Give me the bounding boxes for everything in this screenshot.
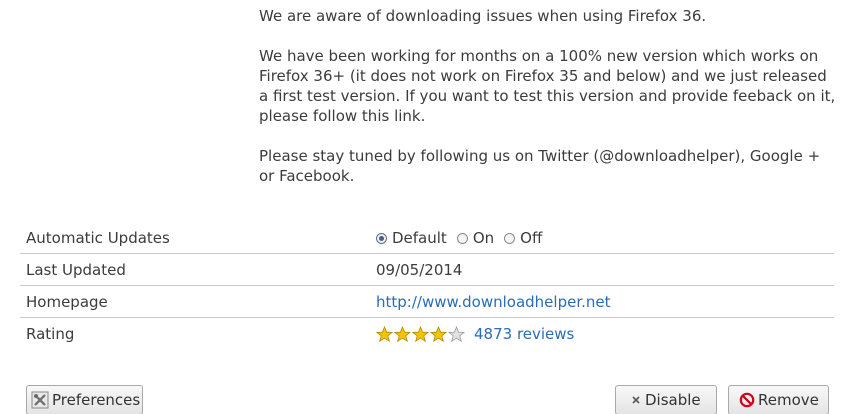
update-option-default[interactable]: Default [376,229,447,247]
remove-icon [739,392,755,408]
remove-button-label: Remove [758,391,819,409]
preferences-icon [31,391,49,409]
addon-details: Automatic Updates Default On Off Last Up… [20,222,834,349]
close-icon [630,394,642,406]
last-updated-label: Last Updated [26,261,126,279]
star-filled-icon [412,325,429,342]
automatic-updates-row: Automatic Updates Default On Off [20,222,834,254]
radio-off-label: Off [520,229,543,247]
rating-row: Rating 4873 reviews [20,318,834,349]
radio-default[interactable] [376,232,387,244]
update-option-off[interactable]: Off [504,229,542,247]
rating-value: 4873 reviews [376,325,574,343]
preferences-button-label: Preferences [52,391,141,409]
description-paragraph-2: We have been working for months on a 100… [259,47,836,125]
homepage-label: Homepage [26,293,108,311]
rating-label: Rating [26,325,75,343]
reviews-link[interactable]: 4873 reviews [474,325,574,343]
disable-button-label: Disable [645,391,701,409]
description-paragraph-1: We are aware of downloading issues when … [259,7,707,25]
last-updated-value: 09/05/2014 [376,261,463,279]
automatic-updates-radio-group: Default On Off [376,229,552,247]
remove-button[interactable]: Remove [728,385,829,414]
automatic-updates-label: Automatic Updates [26,229,170,247]
star-empty-icon [448,325,465,342]
rating-stars [376,325,466,343]
description-paragraph-3: Please stay tuned by following us on Twi… [259,147,821,185]
star-filled-icon [394,325,411,342]
preferences-button[interactable]: Preferences [26,385,143,414]
homepage-link[interactable]: http://www.downloadhelper.net [376,293,611,311]
radio-off[interactable] [504,232,516,244]
addon-description: We are aware of downloading issues when … [259,6,839,186]
star-filled-icon [430,325,447,342]
update-option-on[interactable]: On [456,229,495,247]
radio-on-label: On [472,229,495,247]
homepage-row: Homepage http://www.downloadhelper.net [20,286,834,318]
last-updated-row: Last Updated 09/05/2014 [20,254,834,286]
radio-default-label: Default [392,229,447,247]
radio-on[interactable] [456,232,468,244]
star-filled-icon [376,325,393,342]
disable-button[interactable]: Disable [615,385,717,414]
